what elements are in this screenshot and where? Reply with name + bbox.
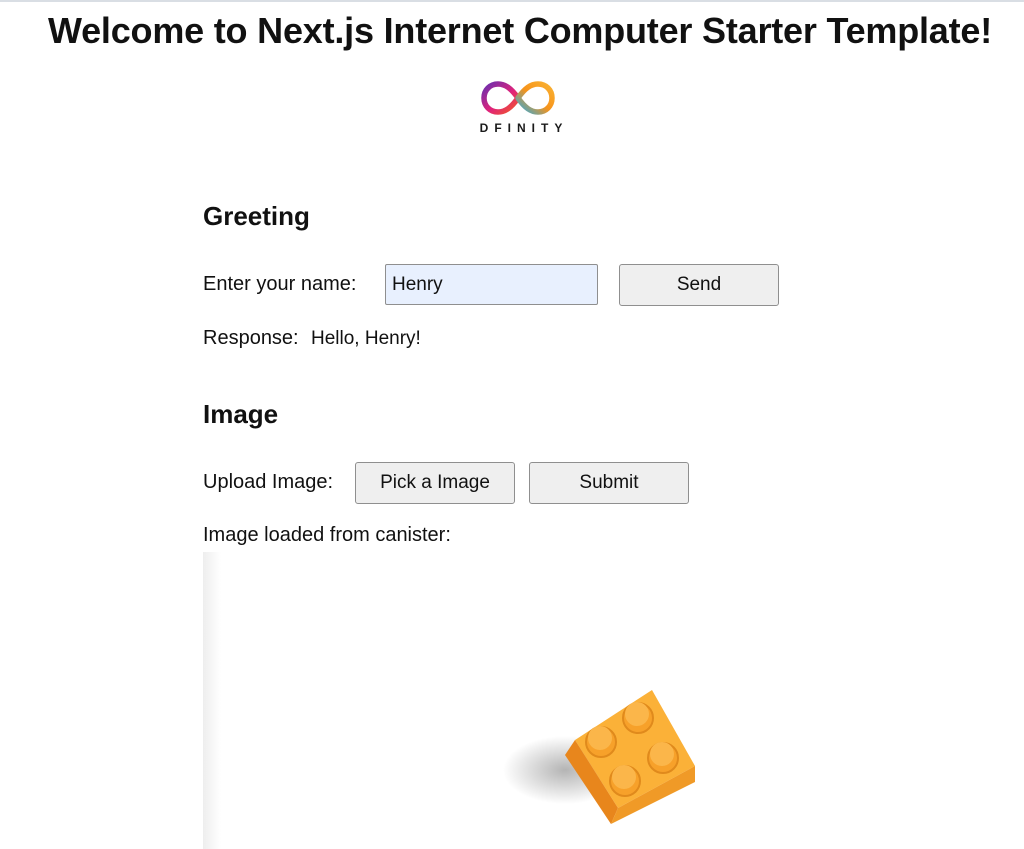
canister-image	[203, 552, 698, 849]
top-border	[0, 0, 1024, 2]
response-value: Hello, Henry!	[311, 328, 421, 349]
infinity-logo-icon	[481, 81, 555, 115]
dfinity-logo: DFINITY	[452, 72, 588, 142]
logo-wordmark: DFINITY	[479, 121, 569, 135]
image-loaded-label: Image loaded from canister:	[203, 524, 451, 546]
response-label: Response:	[203, 327, 299, 349]
lego-brick-photo	[203, 552, 695, 849]
pick-image-button[interactable]: Pick a Image	[355, 462, 515, 504]
send-button[interactable]: Send	[619, 264, 779, 306]
upload-label: Upload Image:	[203, 471, 334, 493]
image-heading: Image	[203, 399, 279, 429]
name-input[interactable]	[385, 264, 598, 305]
page-title: Welcome to Next.js Internet Computer Sta…	[47, 10, 993, 51]
name-label: Enter your name:	[203, 273, 357, 295]
submit-button[interactable]: Submit	[529, 462, 689, 504]
greeting-heading: Greeting	[203, 201, 310, 231]
